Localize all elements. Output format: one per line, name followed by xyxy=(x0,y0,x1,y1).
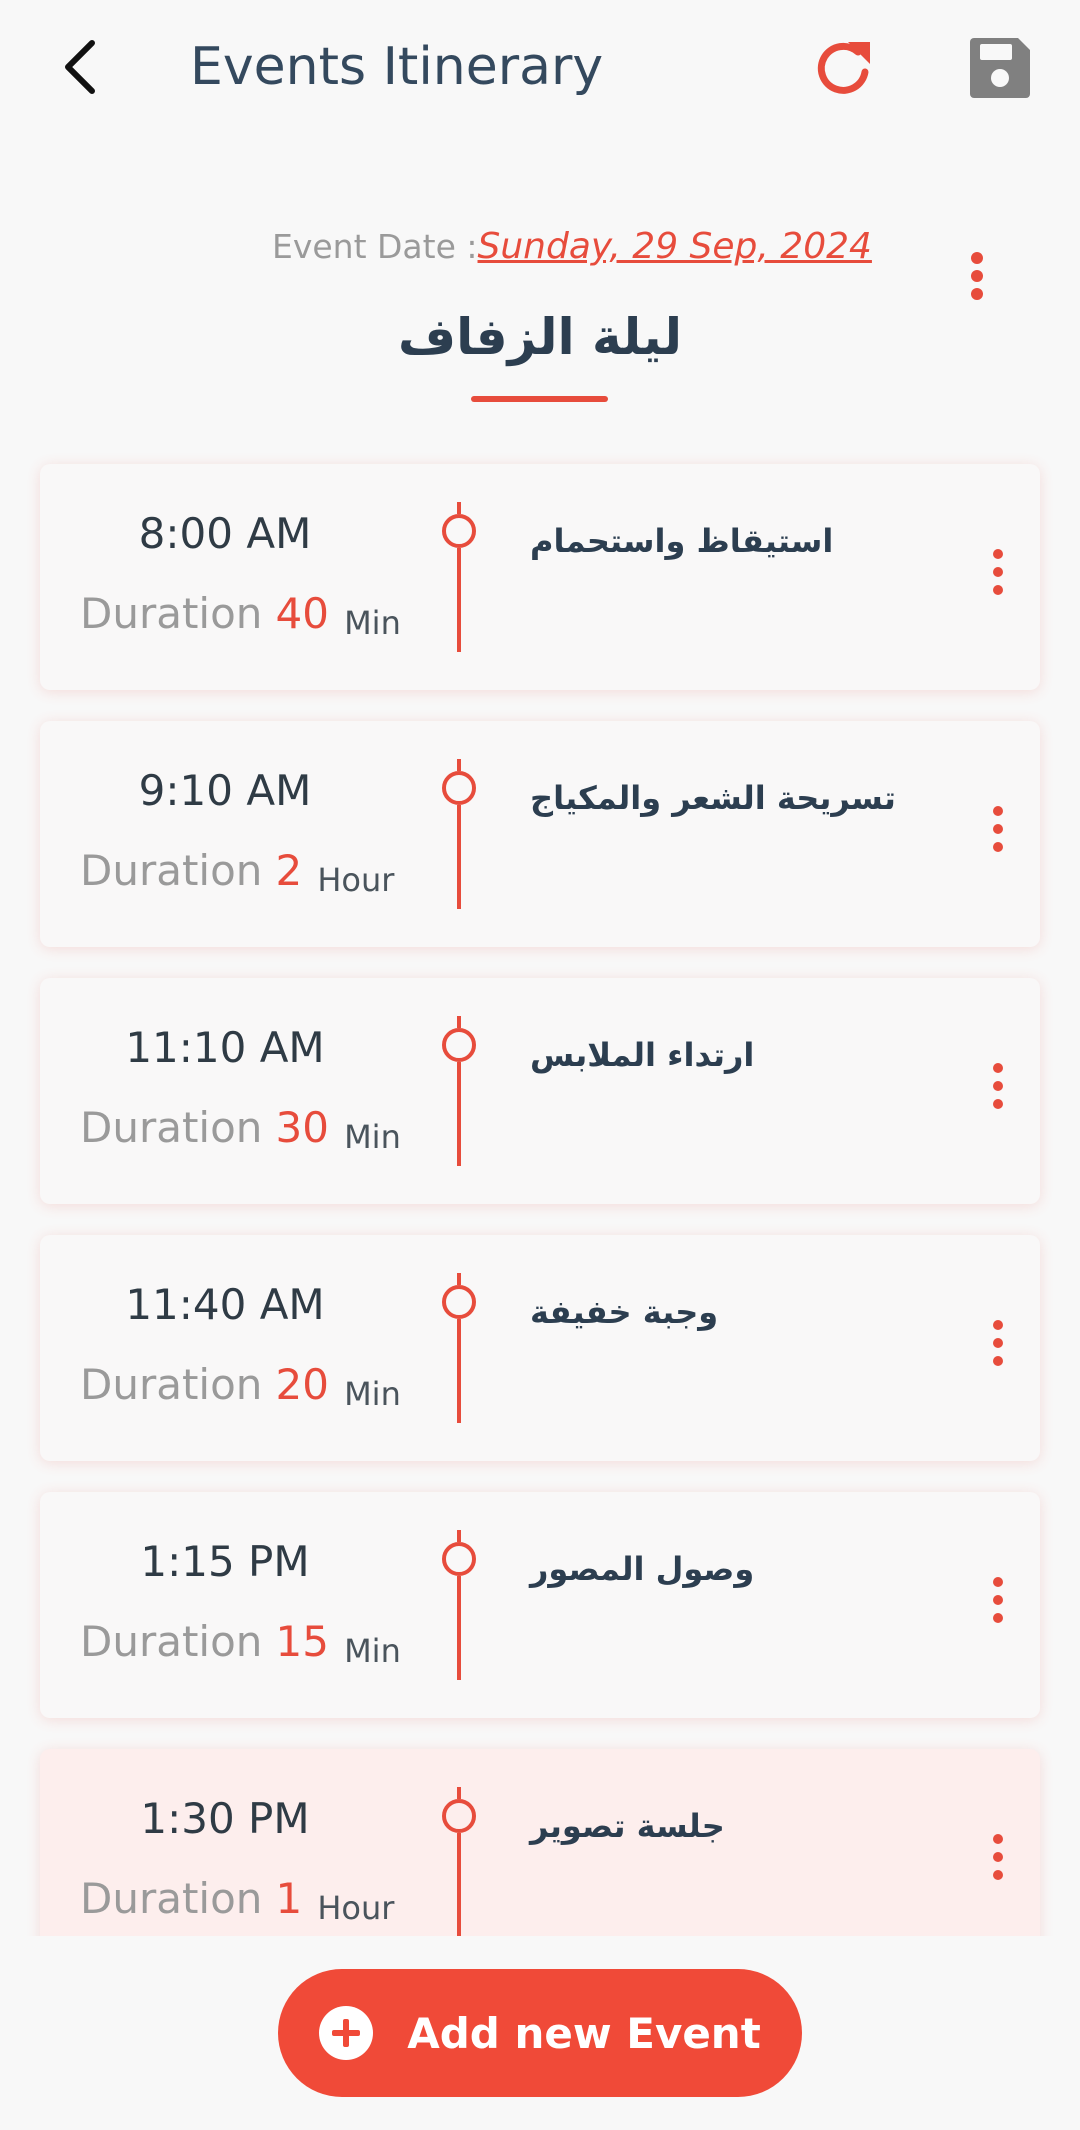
event-time: 11:40 AM xyxy=(125,1280,325,1329)
itinerary-card[interactable]: 9:10 AM Duration 2 Hour تسريحة الشعر وال… xyxy=(40,721,1040,947)
event-time: 1:30 PM xyxy=(140,1794,310,1843)
itinerary-card[interactable]: 11:40 AM Duration 20 Min وجبة خفيفة xyxy=(40,1235,1040,1461)
plus-circle-icon xyxy=(319,2006,374,2060)
page-title: Events Itinerary xyxy=(190,37,604,97)
duration-value: 20 xyxy=(275,1360,329,1409)
duration-value: 1 xyxy=(275,1874,303,1923)
more-vertical-icon xyxy=(993,1834,1003,1880)
event-duration: Duration 1 Hour xyxy=(80,1869,394,1936)
floppy-disk-icon xyxy=(970,38,1030,98)
event-name: جلسة تصوير xyxy=(530,1807,725,1845)
add-new-event-label: Add new Event xyxy=(407,2008,761,2058)
refresh-button[interactable] xyxy=(810,36,876,102)
item-more-button[interactable] xyxy=(982,1315,1014,1375)
duration-label: Duration xyxy=(80,1360,263,1409)
event-time: 9:10 AM xyxy=(138,766,312,815)
duration-unit: Min xyxy=(344,604,401,642)
duration-unit: Hour xyxy=(317,861,395,899)
duration-label: Duration xyxy=(80,1617,263,1666)
duration-value: 40 xyxy=(275,589,329,638)
duration-value: 30 xyxy=(275,1103,329,1152)
event-name: تسريحة الشعر والمكياج xyxy=(530,779,896,817)
more-vertical-icon xyxy=(993,806,1003,852)
itinerary-card[interactable]: 1:15 PM Duration 15 Min وصول المصور xyxy=(40,1492,1040,1718)
item-more-button[interactable] xyxy=(982,544,1014,604)
event-name: ارتداء الملابس xyxy=(530,1036,755,1074)
title-underline xyxy=(471,396,608,402)
duration-unit: Min xyxy=(344,1118,401,1156)
event-duration: Duration 40 Min xyxy=(80,584,401,653)
event-name: استيقاظ واستحمام xyxy=(530,522,834,560)
timeline-node-icon xyxy=(442,1787,476,1936)
more-vertical-icon xyxy=(993,549,1003,595)
duration-label: Duration xyxy=(80,846,263,895)
item-more-button[interactable] xyxy=(982,801,1014,861)
event-time: 11:10 AM xyxy=(125,1023,325,1072)
app-header: Events Itinerary xyxy=(0,0,1080,135)
item-more-button[interactable] xyxy=(982,1058,1014,1118)
chevron-left-icon xyxy=(65,40,95,94)
event-more-button[interactable] xyxy=(956,248,998,308)
itinerary-card[interactable]: 11:10 AM Duration 30 Min ارتداء الملابس xyxy=(40,978,1040,1204)
event-date-value[interactable]: Sunday, 29 Sep, 2024 xyxy=(478,226,872,267)
timeline-node-icon xyxy=(442,502,476,652)
event-date-row: Event Date :Sunday, 29 Sep, 2024 xyxy=(272,224,872,270)
event-time: 8:00 AM xyxy=(138,509,312,558)
itinerary-card-selected[interactable]: 1:30 PM Duration 1 Hour جلسة تصوير xyxy=(40,1749,1040,1936)
event-duration: Duration 30 Min xyxy=(80,1098,401,1167)
event-duration: Duration 15 Min xyxy=(80,1612,401,1681)
timeline-node-icon xyxy=(442,759,476,909)
back-button[interactable] xyxy=(50,32,110,102)
refresh-icon xyxy=(817,42,870,94)
duration-unit: Hour xyxy=(317,1889,395,1927)
timeline-node-icon xyxy=(442,1530,476,1680)
event-time: 1:15 PM xyxy=(140,1537,310,1586)
duration-value: 2 xyxy=(275,846,303,895)
duration-label: Duration xyxy=(80,1874,263,1923)
more-vertical-icon xyxy=(993,1063,1003,1109)
more-vertical-icon xyxy=(993,1320,1003,1366)
event-name: وجبة خفيفة xyxy=(530,1293,719,1331)
more-vertical-icon xyxy=(971,252,983,300)
duration-unit: Min xyxy=(344,1375,401,1413)
event-duration: Duration 2 Hour xyxy=(80,841,394,910)
add-new-event-button[interactable]: Add new Event xyxy=(278,1969,802,2097)
event-name: وصول المصور xyxy=(530,1550,755,1588)
itinerary-list[interactable]: 8:00 AM Duration 40 Min استيقاظ واستحمام… xyxy=(0,440,1080,1936)
itinerary-card[interactable]: 8:00 AM Duration 40 Min استيقاظ واستحمام xyxy=(40,464,1040,690)
event-date-label: Event Date : xyxy=(272,227,478,266)
timeline-node-icon xyxy=(442,1016,476,1166)
item-more-button[interactable] xyxy=(982,1572,1014,1632)
more-vertical-icon xyxy=(993,1577,1003,1623)
item-more-button[interactable] xyxy=(982,1829,1014,1889)
event-title: ليلة الزفاف xyxy=(398,308,682,366)
event-duration: Duration 20 Min xyxy=(80,1355,401,1424)
timeline-node-icon xyxy=(442,1273,476,1423)
duration-value: 15 xyxy=(275,1617,329,1666)
duration-label: Duration xyxy=(80,1103,263,1152)
duration-label: Duration xyxy=(80,589,263,638)
duration-unit: Min xyxy=(344,1632,401,1670)
save-button[interactable] xyxy=(966,34,1034,102)
